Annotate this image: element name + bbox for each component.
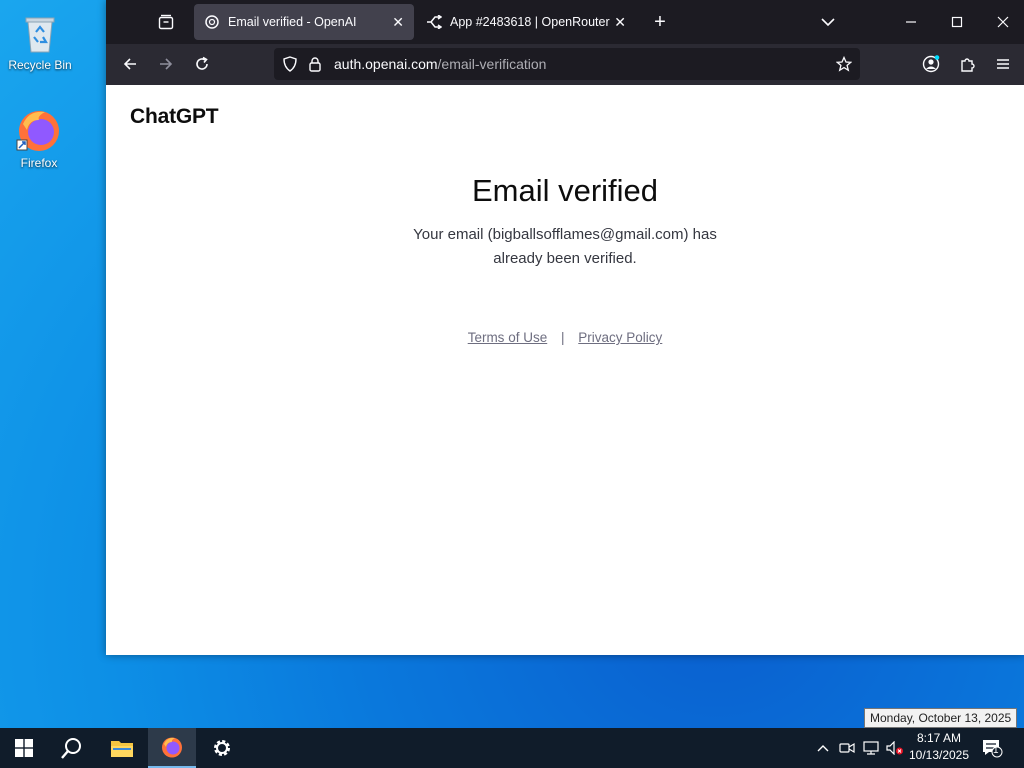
meet-now-button[interactable] [836,728,858,768]
notification-icon [983,740,1003,758]
tab-overview-icon [158,14,174,30]
clock[interactable]: 8:17 AM 10/13/2025 [906,730,972,764]
show-hidden-icons-button[interactable] [812,728,834,768]
bookmark-star-icon[interactable] [836,56,852,72]
reload-icon [196,56,208,70]
navigation-toolbar: auth.openai.com/email-verification [106,44,1024,85]
chevron-up-icon [817,745,829,752]
notification-center-button[interactable]: 1 [976,728,1008,768]
notification-count: 1 [993,745,999,756]
chatgpt-logo[interactable]: ChatGPT [130,105,219,129]
volume-muted-icon [886,741,903,755]
close-icon [997,16,1009,28]
chevron-down-icon [821,18,835,27]
app-menu-button[interactable] [987,48,1019,80]
tab-title: App #2483618 | OpenRouter [450,15,610,29]
windows-logo-icon [15,739,33,757]
minimize-icon [906,21,916,23]
close-tab-icon[interactable]: ✕ [392,14,404,31]
clock-time: 8:17 AM [916,731,962,745]
desktop-icon-firefox[interactable]: Firefox [1,106,77,170]
url-text: auth.openai.com/email-verification [334,56,546,72]
start-button[interactable] [0,728,48,768]
recycle-bin-icon [16,8,64,56]
reload-button[interactable] [186,48,218,80]
page-title: Email verified [471,173,659,208]
tab-title: Email verified - OpenAI [228,15,357,29]
tab-email-verified[interactable]: Email verified - OpenAI ✕ [194,4,414,40]
maximize-icon [951,16,963,28]
openrouter-icon [426,14,442,30]
footer-links: Terms of Use | Privacy Policy [106,330,1024,345]
tab-overview-button[interactable] [150,6,182,38]
desktop-icon-label: Recycle Bin [8,58,72,72]
openai-icon [204,14,220,30]
gear-icon [214,740,230,756]
browser-window: Email verified - OpenAI ✕ App #2483618 |… [106,0,1024,655]
footer-separator: | [560,330,565,345]
extensions-button[interactable] [951,48,983,80]
date-tooltip: Monday, October 13, 2025 [864,708,1018,728]
back-button[interactable] [114,48,146,80]
desktop-icon-label: Firefox [20,156,58,170]
firefox-taskbar-button[interactable] [148,728,196,768]
forward-button[interactable] [150,48,182,80]
taskbar: 8:17 AM 10/13/2025 1 [0,728,1024,768]
minimize-button[interactable] [888,0,934,44]
folder-icon [111,741,133,757]
list-all-tabs-button[interactable] [812,6,844,38]
settings-taskbar-button[interactable] [198,728,246,768]
url-path: /email-verification [437,56,547,72]
shield-icon[interactable] [282,56,298,72]
firefox-icon [15,106,63,154]
search-icon [61,738,81,759]
back-arrow-icon [123,58,136,70]
close-tab-icon[interactable]: ✕ [614,14,626,31]
tab-openrouter[interactable]: App #2483618 | OpenRouter ✕ [416,4,636,40]
volume-button[interactable] [884,728,906,768]
lock-icon[interactable] [308,56,322,72]
page-content: ChatGPT Email verified Your email (bigba… [106,85,1024,655]
url-bar[interactable]: auth.openai.com/email-verification [274,48,860,80]
account-button[interactable] [915,48,947,80]
plus-icon: + [654,10,666,33]
tab-bar: Email verified - OpenAI ✕ App #2483618 |… [106,0,1024,44]
desktop-icon-recycle-bin[interactable]: Recycle Bin [2,8,78,72]
camera-icon [839,742,855,754]
account-icon [922,55,940,73]
hamburger-menu-icon [997,59,1009,69]
privacy-policy-link[interactable]: Privacy Policy [578,330,662,345]
search-button[interactable] [48,728,96,768]
new-tab-button[interactable]: + [644,6,676,38]
network-button[interactable] [860,728,882,768]
firefox-icon [162,737,182,758]
verification-message: Your email (bigballsofflames@gmail.com) … [413,226,717,267]
close-window-button[interactable] [980,0,1024,44]
forward-arrow-icon [160,58,173,70]
puzzle-icon [961,58,975,72]
url-domain: auth.openai.com [334,56,438,72]
maximize-button[interactable] [934,0,980,44]
terms-of-use-link[interactable]: Terms of Use [468,330,548,345]
file-explorer-button[interactable] [98,728,146,768]
clock-date: 10/13/2025 [908,748,970,762]
network-icon [863,741,879,755]
